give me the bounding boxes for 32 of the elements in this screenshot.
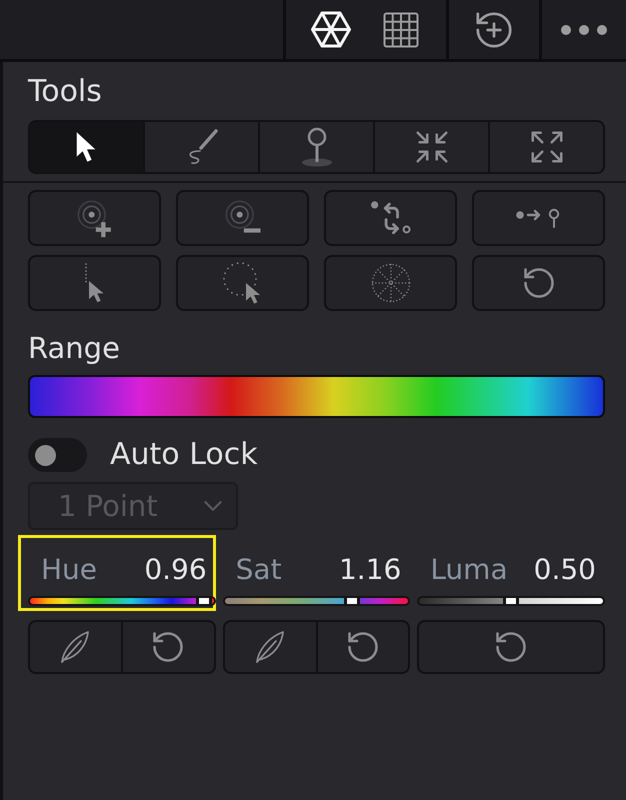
slider-value: 0.50 bbox=[534, 553, 596, 587]
auto-lock-toggle[interactable] bbox=[28, 438, 87, 472]
slider-value: 1.16 bbox=[338, 553, 402, 587]
swap-arrows-icon bbox=[368, 200, 412, 236]
slider-value: 0.96 bbox=[144, 553, 207, 587]
grid-icon bbox=[383, 12, 419, 48]
slider-track[interactable] bbox=[417, 596, 605, 606]
feather-icon bbox=[60, 630, 90, 664]
undo-plus-icon bbox=[476, 12, 512, 48]
section-title: Tools bbox=[28, 76, 102, 108]
slider-label: Sat bbox=[236, 553, 282, 587]
slider-thumb[interactable] bbox=[344, 597, 360, 605]
pin-icon bbox=[300, 127, 332, 167]
feather-icon bbox=[255, 630, 286, 664]
hexagon-icon bbox=[311, 11, 351, 48]
slider-thumb[interactable] bbox=[196, 597, 212, 605]
action-button[interactable] bbox=[28, 255, 161, 311]
more-icon bbox=[561, 24, 607, 34]
section-title: Range bbox=[28, 332, 120, 364]
auto-lock-label: Auto Lock bbox=[110, 438, 258, 472]
action-button[interactable] bbox=[176, 255, 309, 311]
tool-mode-button[interactable] bbox=[30, 122, 143, 172]
slider-thumb[interactable] bbox=[503, 597, 520, 605]
action-button[interactable] bbox=[472, 255, 605, 311]
slider-label: Luma bbox=[430, 553, 508, 587]
slider-track[interactable] bbox=[28, 596, 216, 606]
action-button[interactable] bbox=[472, 190, 605, 246]
slider-track[interactable] bbox=[222, 596, 410, 606]
dotted-spoke-circle-icon bbox=[370, 263, 410, 303]
action-button[interactable] bbox=[324, 190, 457, 246]
dot-arrow-pin-icon bbox=[516, 207, 562, 229]
slider-label: Hue bbox=[41, 553, 98, 587]
